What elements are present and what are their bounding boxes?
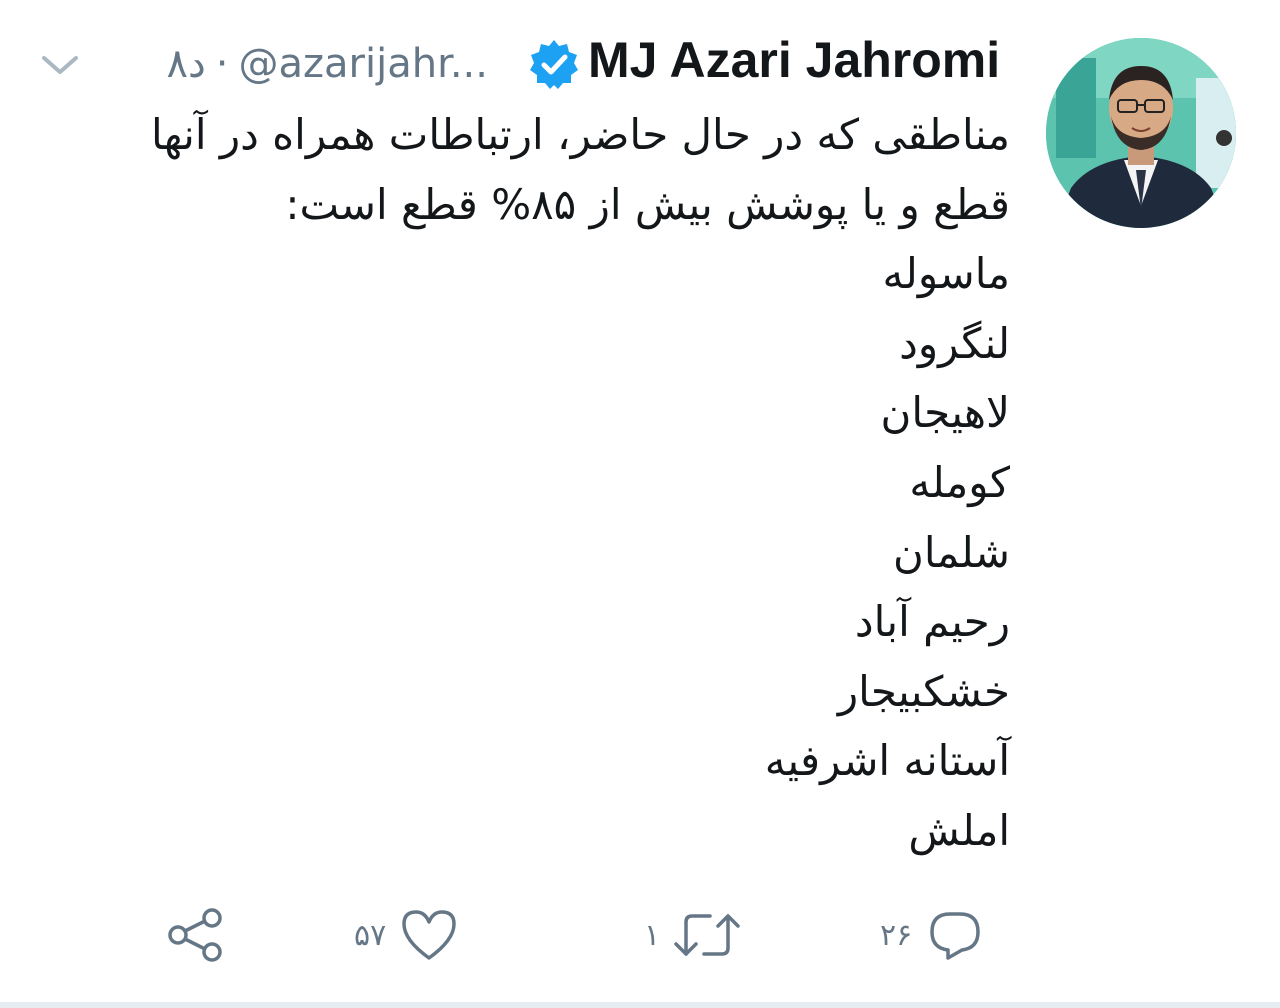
heart-icon: [402, 910, 456, 960]
tweet-text-line: ماسوله: [882, 249, 1011, 299]
retweet-icon: [674, 914, 740, 956]
like-button[interactable]: ۵۷: [354, 900, 458, 970]
avatar[interactable]: [1046, 38, 1236, 228]
share-icon: [168, 908, 222, 962]
tweet-actions-bar: ۲۶ ۱ ۵۷: [0, 900, 1280, 970]
tweet-text-line: مناطقی که در حال حاضر، ارتباطات همراه در…: [150, 110, 1010, 159]
retweet-button[interactable]: ۱: [644, 900, 740, 970]
meta-separator: ·: [215, 41, 229, 87]
tweet-timestamp[interactable]: ۸د: [167, 41, 206, 87]
reply-button[interactable]: ۲۶: [880, 900, 984, 970]
tweet-text-line: لنگرود: [899, 318, 1010, 368]
like-count: ۵۷: [354, 917, 387, 953]
verified-badge-icon: [530, 40, 578, 89]
tweet-text-line: املش: [908, 805, 1010, 855]
avatar-photo: [1046, 38, 1236, 228]
tweet-text-line: خشکبیجار: [837, 666, 1010, 716]
share-button[interactable]: [164, 900, 226, 970]
tweet-text-line: لاهیجان: [880, 388, 1010, 438]
chevron-down-icon[interactable]: [40, 50, 80, 80]
tweet-text: مناطقی که در حال حاضر، ارتباطات همراه در…: [90, 100, 1010, 866]
author-display-name[interactable]: MJ Azari Jahromi: [588, 30, 1000, 90]
tweet-text-line: رحیم آباد: [854, 597, 1010, 647]
reply-icon: [930, 912, 980, 960]
tweet-card: ۸د · @azarijahr... MJ Azari Jahromi مناط…: [0, 0, 1280, 1008]
author-handle[interactable]: @azarijahr...: [239, 41, 488, 87]
divider: [0, 1002, 1280, 1008]
reply-count: ۲۶: [880, 917, 913, 953]
tweet-meta: ۸د · @azarijahr...: [167, 38, 489, 90]
tweet-text-line: کومله: [909, 457, 1010, 507]
tweet-text-line: قطع و یا پوشش بیش از ۸۵% قطع است:: [285, 179, 1010, 229]
tweet-text-line: شلمان: [892, 527, 1010, 577]
retweet-count: ۱: [644, 917, 661, 953]
tweet-text-line: آستانه اشرفیه: [764, 736, 1010, 786]
